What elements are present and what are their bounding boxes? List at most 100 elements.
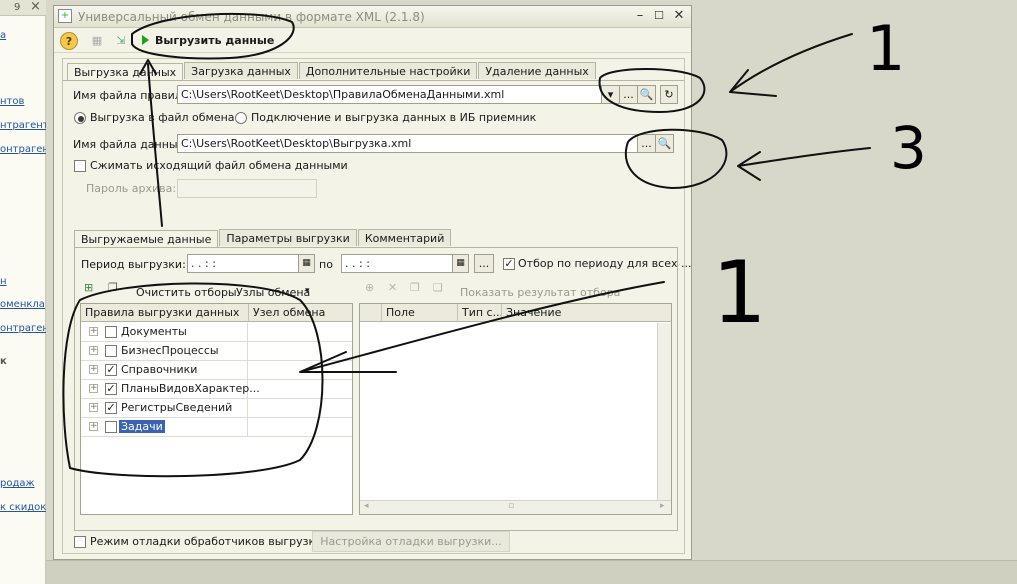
close-icon[interactable]: ✕: [671, 8, 687, 24]
maximize-icon[interactable]: ☐: [651, 8, 667, 24]
dialog-title: Универсальный обмен данными в формате XM…: [78, 10, 425, 24]
expand-icon[interactable]: +: [89, 327, 98, 336]
rules-table[interactable]: Правила выгрузки данных Узел обмена + До…: [80, 303, 353, 515]
background-link[interactable]: онтраген: [0, 323, 46, 334]
calendar-end-icon[interactable]: ▦: [453, 254, 469, 273]
table-row[interactable]: + ✓ Справочники: [81, 361, 352, 380]
expand-icon[interactable]: +: [89, 422, 98, 431]
column-header-type[interactable]: Тип с...: [458, 304, 502, 322]
row-checkbox[interactable]: ✓: [105, 364, 117, 376]
period-select-button[interactable]: ...: [474, 254, 494, 273]
scroll-left-icon[interactable]: ◂: [364, 501, 369, 511]
expand-all-icon[interactable]: ⊞: [84, 281, 93, 294]
tab-comment[interactable]: Комментарий: [357, 229, 452, 246]
copy-icon[interactable]: ❐: [108, 281, 118, 294]
open-icon[interactable]: 🔍: [638, 85, 656, 104]
document-icon[interactable]: ▦: [88, 32, 106, 50]
expand-icon[interactable]: +: [89, 384, 98, 393]
table-row[interactable]: + ✓ РегистрыСведений: [81, 399, 352, 418]
period-filter-checkbox[interactable]: ✓: [503, 258, 515, 270]
exchange-nodes-button[interactable]: Узлы обмена: [236, 286, 310, 299]
scroll-right-icon[interactable]: ▸: [660, 501, 665, 511]
filter-table[interactable]: Поле Тип с... Значение ◂ ▫ ▸: [359, 303, 672, 515]
play-icon: [142, 35, 149, 45]
radio-connect-ib[interactable]: [235, 112, 247, 124]
background-link[interactable]: к скидок: [0, 502, 46, 513]
filter-table-hscroll[interactable]: ◂ ▫ ▸: [360, 500, 671, 514]
table-row[interactable]: + Документы: [81, 323, 352, 342]
background-close-icon[interactable]: ×: [30, 0, 41, 14]
tab-export[interactable]: Выгрузка данных: [67, 63, 184, 80]
add-icon[interactable]: ⊕: [365, 281, 374, 294]
row-checkbox[interactable]: ✓: [105, 402, 117, 414]
background-link[interactable]: онтрагент: [0, 144, 46, 155]
data-file-input[interactable]: C:\Users\RootKeet\Desktop\Выгрузка.xml: [177, 134, 638, 153]
open-data-icon[interactable]: 🔍: [656, 134, 674, 153]
row-checkbox[interactable]: [105, 421, 117, 433]
table-row[interactable]: + БизнесПроцессы: [81, 342, 352, 361]
debug-mode-label: Режим отладки обработчиков выгрузки: [90, 535, 323, 548]
row-checkbox[interactable]: ✓: [105, 383, 117, 395]
radio-export-file[interactable]: [74, 112, 86, 124]
dropdown-button[interactable]: ▾: [602, 85, 620, 104]
period-end-input[interactable]: . . : :: [341, 254, 453, 273]
background-link[interactable]: а: [0, 30, 46, 41]
main-tabs: Выгрузка данных Загрузка данных Дополнит…: [67, 62, 597, 80]
compress-checkbox[interactable]: [74, 160, 86, 172]
column-header-value[interactable]: Значение: [502, 304, 671, 322]
export-icon[interactable]: ⇲: [112, 32, 130, 50]
debug-mode-checkbox[interactable]: [74, 536, 86, 548]
tab-delete-data[interactable]: Удаление данных: [478, 62, 596, 79]
period-label: Период выгрузки:: [81, 258, 186, 271]
tab-additional-settings[interactable]: Дополнительные настройки: [298, 62, 478, 79]
row-label: ПланыВидовХарактер...: [121, 382, 260, 395]
help-icon[interactable]: ?: [60, 32, 78, 50]
column-header-node[interactable]: Узел обмена: [249, 304, 352, 322]
browse-data-button[interactable]: ...: [638, 134, 656, 153]
compress-label: Сжимать исходящий файл обмена данными: [90, 159, 348, 172]
edit-filter-icon[interactable]: ❏: [433, 281, 443, 294]
show-filter-result-button[interactable]: Показать результат отбора: [460, 286, 620, 299]
column-header-blank: [360, 304, 382, 322]
row-label: РегистрыСведений: [121, 401, 233, 414]
tab-export-params[interactable]: Параметры выгрузки: [219, 229, 357, 246]
row-checkbox[interactable]: [105, 326, 117, 338]
background-link[interactable]: нтов: [0, 96, 46, 107]
row-checkbox[interactable]: [105, 345, 117, 357]
dialog-titlebar[interactable]: + Универсальный обмен данными в формате …: [54, 6, 691, 28]
background-link[interactable]: оменкла: [0, 299, 46, 310]
reload-icon[interactable]: ↻: [660, 85, 678, 104]
tab-divider: [63, 80, 684, 81]
annotation-arrow-1: [729, 33, 853, 97]
expand-icon[interactable]: +: [89, 403, 98, 412]
background-link[interactable]: нтрагентов: [0, 120, 46, 131]
rules-file-input[interactable]: C:\Users\RootKeet\Desktop\ПравилаОбменаД…: [177, 85, 602, 104]
column-header-rules[interactable]: Правила выгрузки данных: [81, 304, 249, 322]
period-start-input[interactable]: . . : :: [187, 254, 299, 273]
copy-filter-icon[interactable]: ❐: [410, 281, 420, 294]
browse-button[interactable]: ...: [620, 85, 638, 104]
expand-icon[interactable]: +: [89, 365, 98, 374]
table-row[interactable]: + ✓ ПланыВидовХарактер...: [81, 380, 352, 399]
calendar-icon[interactable]: ▦: [299, 254, 315, 273]
archive-password-input[interactable]: [177, 179, 317, 198]
tab-import[interactable]: Загрузка данных: [184, 62, 298, 79]
rules-table-header: Правила выгрузки данных Узел обмена: [81, 304, 352, 322]
main-panel: Выгрузка данных Загрузка данных Дополнит…: [62, 58, 691, 554]
scroll-thumb-icon[interactable]: ▫: [508, 501, 514, 511]
expand-icon[interactable]: +: [89, 346, 98, 355]
background-link[interactable]: родаж: [0, 478, 46, 489]
minimize-icon[interactable]: –: [632, 8, 648, 24]
delete-icon[interactable]: ✕: [388, 281, 397, 294]
filter-table-vscroll[interactable]: [657, 323, 671, 501]
table-row[interactable]: + Задачи: [81, 418, 352, 437]
run-export-button[interactable]: Выгрузить данные: [136, 32, 280, 51]
row-label: Документы: [121, 325, 187, 338]
debug-settings-button[interactable]: Настройка отладки выгрузки...: [312, 531, 510, 552]
row-label-selected: Задачи: [119, 420, 165, 433]
tab-exported-data[interactable]: Выгружаемые данные: [74, 230, 219, 247]
column-header-field[interactable]: Поле: [382, 304, 458, 322]
exchange-nodes-dropdown-icon[interactable]: ▾: [305, 286, 310, 296]
clear-filters-button[interactable]: Очистить отборы: [136, 286, 237, 299]
background-link[interactable]: н: [0, 276, 46, 287]
